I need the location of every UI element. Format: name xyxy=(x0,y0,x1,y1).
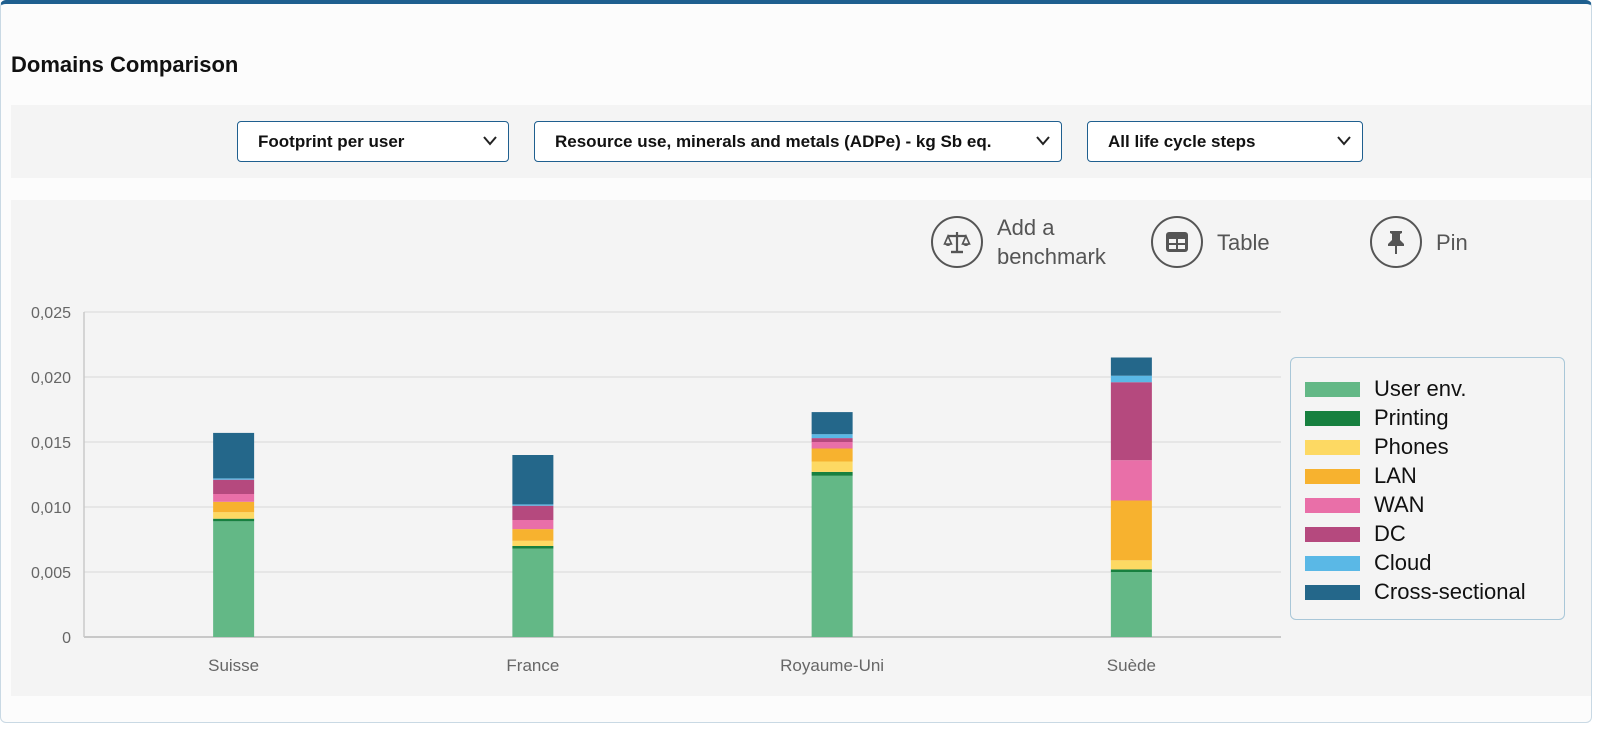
bar-segment xyxy=(811,448,853,462)
bar-segment xyxy=(512,546,554,549)
y-tick-label: 0 xyxy=(62,630,71,647)
bar-segment xyxy=(811,442,853,449)
bar-segment xyxy=(1110,382,1152,461)
legend-item[interactable]: Cross-sectional xyxy=(1305,579,1526,605)
bar-segment xyxy=(512,540,554,546)
bar-segment xyxy=(512,548,554,637)
bar-segment xyxy=(1110,560,1152,570)
legend-swatch xyxy=(1305,439,1360,455)
bar-segment xyxy=(811,475,853,637)
x-tick-label: Royaume-Uni xyxy=(780,656,884,675)
legend-item[interactable]: DC xyxy=(1305,521,1406,547)
bar-segment xyxy=(213,521,255,637)
bar-segment xyxy=(811,434,853,439)
legend-label: LAN xyxy=(1374,463,1417,488)
bar-segment xyxy=(811,461,853,472)
legend-swatch xyxy=(1305,410,1360,426)
legend-label: Printing xyxy=(1374,405,1449,430)
legend-item[interactable]: Printing xyxy=(1305,405,1449,431)
bar-segment xyxy=(1110,375,1152,383)
legend-label: Cloud xyxy=(1374,550,1432,575)
legend-item[interactable]: WAN xyxy=(1305,492,1425,518)
legend-label: Phones xyxy=(1374,434,1449,459)
legend-swatch xyxy=(1305,497,1360,513)
legend-swatch xyxy=(1305,526,1360,542)
y-tick-label: 0,010 xyxy=(31,500,71,517)
legend-label: Cross-sectional xyxy=(1374,579,1526,604)
legend-label: DC xyxy=(1374,521,1406,546)
bar-segment xyxy=(213,494,255,502)
legend-label: WAN xyxy=(1374,492,1425,517)
bar-segment xyxy=(811,438,853,442)
bar-segment xyxy=(213,501,255,513)
bar-segment xyxy=(1110,569,1152,572)
bar-segment xyxy=(1110,500,1152,561)
y-tick-label: 0,005 xyxy=(31,565,71,582)
x-tick-label: France xyxy=(506,656,559,675)
bar-segment xyxy=(213,478,255,480)
bar-segment xyxy=(512,504,554,506)
x-tick-label: Suisse xyxy=(208,656,259,675)
legend-item[interactable]: LAN xyxy=(1305,463,1417,489)
legend-item[interactable]: Cloud xyxy=(1305,550,1431,576)
x-tick-label: Suède xyxy=(1107,656,1156,675)
bar-segment xyxy=(213,518,255,522)
bar-segment xyxy=(213,512,255,519)
bar-segment xyxy=(1110,460,1152,501)
bar-segment xyxy=(213,432,255,479)
y-tick-label: 0,015 xyxy=(31,435,71,452)
bar-segment xyxy=(811,412,853,435)
bar-segment xyxy=(1110,572,1152,637)
legend-item[interactable]: Phones xyxy=(1305,434,1449,460)
bar-segment xyxy=(512,455,554,505)
legend-label: User env. xyxy=(1374,376,1467,401)
y-tick-label: 0,025 xyxy=(31,305,71,322)
legend-swatch xyxy=(1305,555,1360,571)
legend-swatch xyxy=(1305,381,1360,397)
bar-segment xyxy=(512,529,554,541)
legend-swatch xyxy=(1305,584,1360,600)
bar-segment xyxy=(811,471,853,476)
bar-segment xyxy=(213,479,255,494)
legend-item[interactable]: User env. xyxy=(1305,376,1467,402)
bar-segment xyxy=(512,505,554,520)
y-tick-label: 0,020 xyxy=(31,370,71,387)
bar-segment xyxy=(1110,357,1152,376)
chart-legend: User env. Printing Phones LAN WAN DC Cloud Cros… xyxy=(1290,357,1565,620)
bar-segment xyxy=(512,520,554,530)
domains-comparison-card: Domains Comparison Footprint per user Re… xyxy=(0,0,1592,723)
legend-swatch xyxy=(1305,468,1360,484)
